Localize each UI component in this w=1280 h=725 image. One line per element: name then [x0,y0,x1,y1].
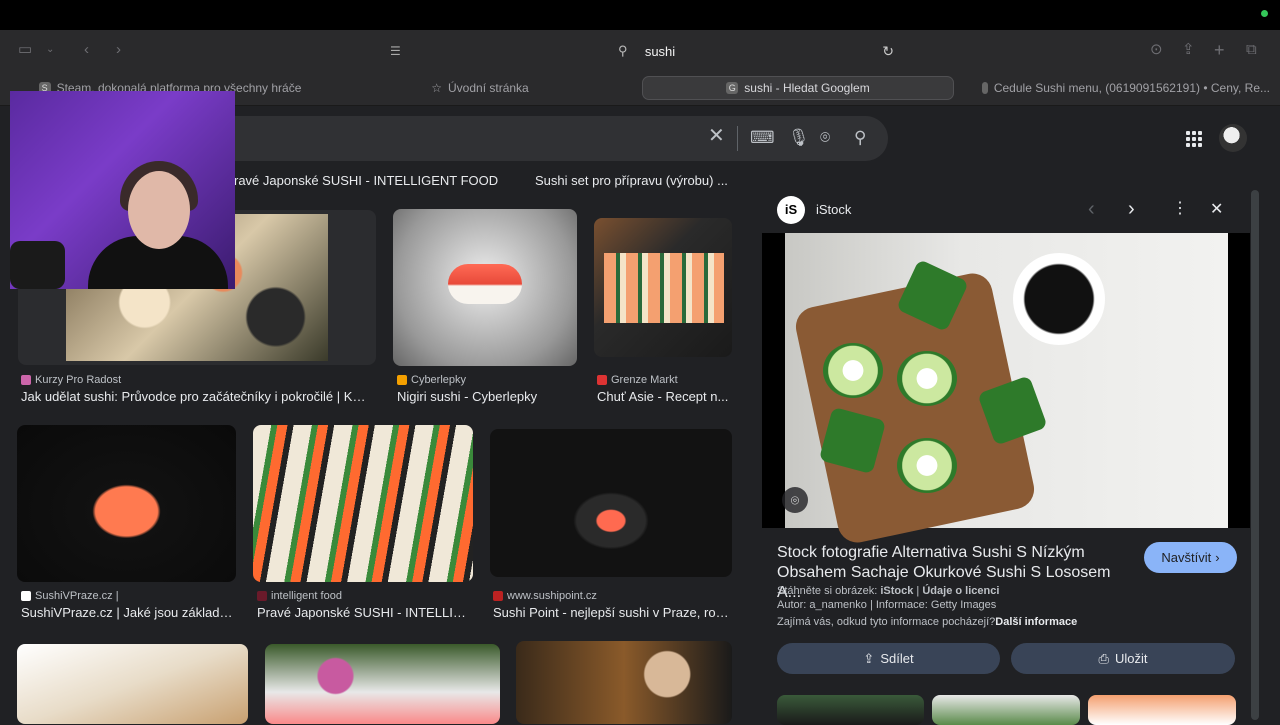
tab-overview-icon[interactable]: ⧉ [1246,40,1257,60]
cucumber-roll [897,351,957,406]
close-icon[interactable]: ✕ [1210,199,1223,219]
related-image[interactable] [932,695,1080,725]
camera-icon[interactable]: ⌾ [820,128,830,148]
result-image[interactable] [594,218,732,357]
result-caption[interactable]: SushiVPraze.cz | Jaké jsou základn... [21,605,233,620]
related-image[interactable] [1088,695,1236,725]
tab-label: Úvodní stránka [448,81,529,95]
site-name[interactable]: iStock [816,202,851,217]
result-image[interactable] [490,429,732,577]
status-dot [1261,10,1268,17]
page-menu-icon[interactable]: ☰ [390,44,401,58]
reload-icon[interactable]: ↻ [882,43,894,60]
result-caption[interactable]: Sushi Point - nejlepší sushi v Praze, ro… [493,605,729,620]
result-caption[interactable]: Pravé Japonské SUSHI - INTELLIG... [257,605,469,620]
download-info: Stáhněte si obrázek: iStock | Údaje o li… [777,585,1000,597]
next-icon[interactable]: › [1128,198,1135,221]
microphone [10,241,65,289]
sidebar-toggle-icon[interactable]: ▭ [18,40,32,60]
result-caption[interactable]: Sushi set pro přípravu (výrobu) ... [535,173,730,188]
roll-photo [604,253,724,323]
close-icon[interactable]: ✕ [708,126,725,146]
result-source[interactable]: Grenze Markt [597,374,678,386]
result-image[interactable] [516,641,732,724]
result-image[interactable] [253,425,473,582]
save-button[interactable]: ⎙ Uložit [1011,643,1235,674]
address-text[interactable]: sushi [645,44,675,59]
license-link[interactable]: Údaje o licenci [922,585,999,597]
preview-image-frame: ⌾ [762,233,1250,547]
page-icon [982,82,988,94]
tab-label: Cedule Sushi menu, (0619091562191) • Cen… [993,81,1270,95]
chevron-right-icon: › [1215,550,1220,565]
scrollbar[interactable] [1251,190,1259,720]
source-info: Zajímá vás, odkud tyto informace pocháze… [777,616,1078,628]
divider [737,126,738,151]
result-source[interactable]: Kurzy Pro Radost [21,374,121,386]
apps-grid-icon[interactable] [1186,131,1202,147]
share-icon: ⇪ [863,650,875,666]
search-icon[interactable]: ⚲ [854,128,866,148]
bookmark-icon: ⎙ [1098,650,1109,666]
image-preview-panel: iS iStock ‹ › ⋮ ✕ ⌾ Stock fotografie Alt… [762,188,1250,725]
result-image[interactable] [393,209,577,366]
new-tab-icon[interactable]: + [1214,40,1225,60]
chevron-down-icon[interactable]: ⌄ [46,40,54,60]
soy-sauce-bowl [1013,253,1105,345]
forward-icon[interactable]: › [116,40,121,60]
share-button[interactable]: ⇪ Sdílet [777,643,1000,674]
author-info: Autor: a_namenko | Informace: Getty Imag… [777,599,997,611]
result-caption[interactable]: ravé Japonské SUSHI - INTELLIGENT FOOD [234,173,514,188]
tab-home[interactable]: ☆ Úvodní stránka [330,76,630,100]
avatar[interactable] [1219,124,1247,152]
result-source[interactable]: Cyberlepky [397,374,466,386]
result-caption[interactable]: Chuť Asie - Recept n... [597,389,730,404]
result-image[interactable] [17,425,236,582]
preview-image[interactable] [785,233,1228,547]
search-input[interactable]: ✕ ⌨ 🎙 ⌾ ⚲ [180,116,888,161]
menu-bar [0,0,1280,30]
person-face [128,171,190,249]
tab-google-sushi[interactable]: G sushi - Hledat Googlem [642,76,954,100]
share-icon[interactable]: ⇪ [1182,40,1195,60]
cucumber-roll [823,343,883,398]
webcam-overlay [10,91,235,289]
tab-cedule[interactable]: Cedule Sushi menu, (0619091562191) • Cen… [970,76,1270,100]
result-image[interactable] [17,644,248,724]
search-icon: ⚲ [618,43,628,58]
related-image[interactable] [777,695,924,725]
browser-toolbar: ▭ ⌄ ‹ › ☰ ⚲ sushi ↻ ⊙ ⇪ + ⧉ [0,30,1280,72]
back-icon[interactable]: ‹ [84,40,89,60]
keyboard-icon[interactable]: ⌨ [750,128,775,148]
lens-icon[interactable]: ⌾ [782,487,808,513]
result-caption[interactable]: Nigiri sushi - Cyberlepky [397,389,577,404]
result-source[interactable]: SushiVPraze.cz | [21,590,119,602]
address-bar[interactable]: ☰ ⚲ sushi ↻ [390,38,900,64]
previous-icon[interactable]: ‹ [1088,198,1095,221]
nigiri-photo [448,264,522,304]
download-icon[interactable]: ⊙ [1150,40,1163,60]
istock-logo: iS [777,196,805,224]
tab-label: sushi - Hledat Googlem [744,81,870,95]
cucumber-roll [897,438,957,493]
result-source[interactable]: www.sushipoint.cz [493,590,597,602]
result-image[interactable] [265,644,500,724]
visit-button[interactable]: Navštívit › [1144,542,1237,573]
mic-icon[interactable]: 🎙 [788,128,810,148]
google-icon: G [726,82,739,94]
result-source[interactable]: intelligent food [257,590,342,602]
result-caption[interactable]: Jak udělat sushi: Průvodce pro začáteční… [21,389,371,404]
star-icon: ☆ [431,81,443,95]
more-info-link[interactable]: Další informace [995,616,1077,628]
more-options-icon[interactable]: ⋮ [1172,198,1188,218]
